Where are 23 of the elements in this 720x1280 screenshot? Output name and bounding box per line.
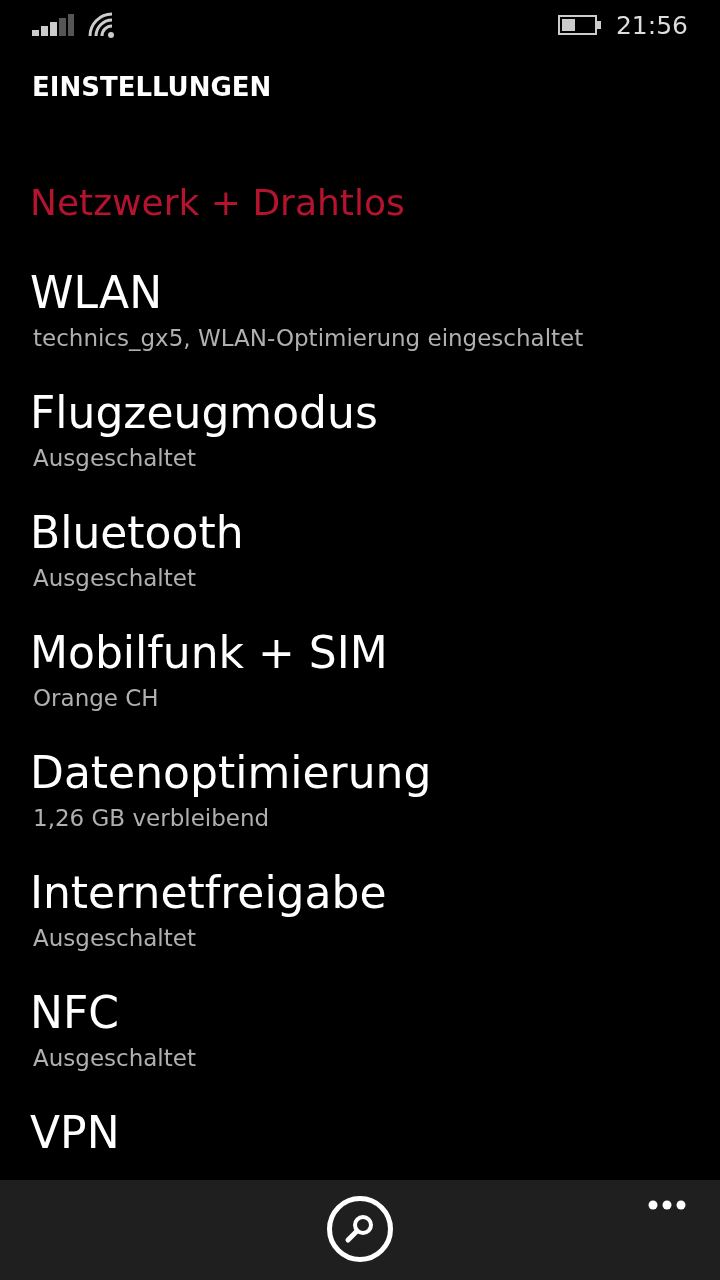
setting-status: technics_gx5, WLAN-Optimierung eingeschaltet xyxy=(33,324,584,353)
setting-item[interactable]: WLAN xyxy=(30,263,163,323)
setting-status: Ausgeschaltet xyxy=(33,924,196,953)
more-icon xyxy=(648,1200,686,1210)
wifi-icon xyxy=(88,12,116,38)
setting-status: Orange CH xyxy=(33,684,159,713)
setting-status: Ausgeschaltet xyxy=(33,444,196,473)
setting-item[interactable]: Flugzeugmodus xyxy=(30,383,378,443)
setting-item[interactable]: Mobilfunk + SIM xyxy=(30,623,388,683)
search-button[interactable] xyxy=(327,1196,393,1262)
setting-item[interactable]: Internetfreigabe xyxy=(30,863,387,923)
setting-status: Ausgeschaltet xyxy=(33,564,196,593)
setting-status: 1,26 GB verbleibend xyxy=(33,804,270,833)
setting-item[interactable]: Datenoptimierung xyxy=(30,743,432,803)
section-header: Netzwerk + Drahtlos xyxy=(30,182,405,223)
setting-item[interactable]: Bluetooth xyxy=(30,503,244,563)
setting-status: Ausgeschaltet xyxy=(33,1044,196,1073)
battery-icon xyxy=(557,15,602,35)
setting-item[interactable]: NFC xyxy=(30,983,119,1043)
signal-icon xyxy=(32,14,74,36)
page-title: EINSTELLUNGEN xyxy=(32,72,272,102)
setting-item[interactable]: VPN xyxy=(30,1103,120,1163)
clock: 21:56 xyxy=(615,10,688,40)
